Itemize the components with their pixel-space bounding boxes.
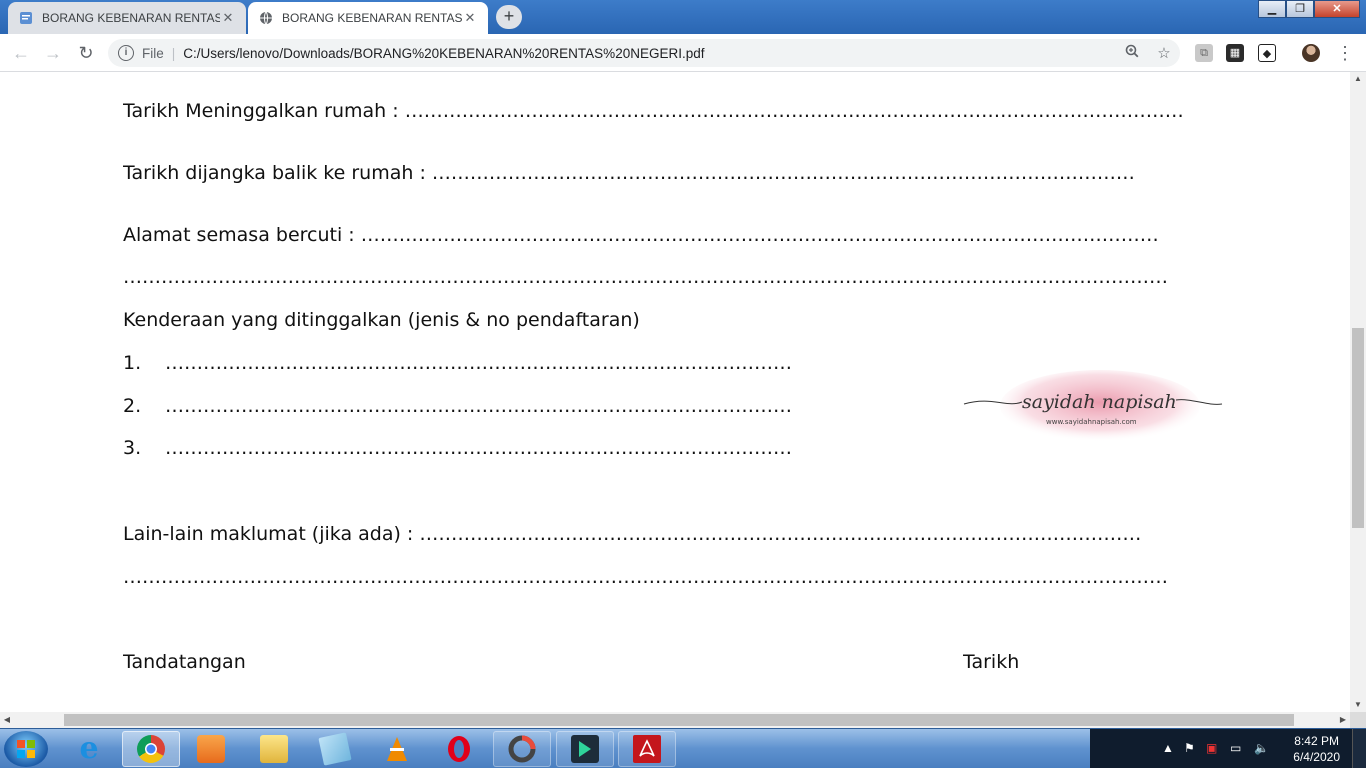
- clock-date: 6/4/2020: [1293, 750, 1340, 764]
- taskbar-chrome[interactable]: [122, 731, 180, 767]
- tarikh-dijangka-field: Tarikh dijangka balik ke rumah : ……………………: [123, 162, 1135, 184]
- window-controls: ▁ ❐ ✕: [1258, 0, 1360, 18]
- watermark-logo: sayidah napisah www.sayidahnapisah.com: [962, 368, 1224, 452]
- scheme-label: File: [142, 45, 164, 61]
- alamat-continuation: ……………………………………………………………………………………………………………: [123, 266, 1168, 288]
- filmora-icon: [571, 735, 599, 763]
- item-line: ………………………………………………………………………………………: [165, 395, 792, 417]
- tarikh-label: Tarikh: [963, 651, 1020, 673]
- tarikh-meninggalkan-field: Tarikh Meninggalkan rumah : …………………………………: [123, 100, 1184, 122]
- kenderaan-item-2: 2. ………………………………………………………………………………………: [123, 395, 891, 417]
- globe-icon: [258, 10, 274, 26]
- cube-extension-icon[interactable]: ◆: [1258, 44, 1276, 62]
- scroll-up-arrow[interactable]: ▲: [1350, 72, 1366, 86]
- close-window-button[interactable]: ✕: [1314, 0, 1360, 18]
- network-icon[interactable]: ▭: [1230, 741, 1241, 755]
- taskbar-filmora[interactable]: [556, 731, 614, 767]
- taskbar-opera[interactable]: [430, 731, 488, 767]
- forward-button[interactable]: →: [42, 42, 64, 64]
- item-number: 1.: [123, 352, 142, 374]
- lain-lain-continuation: ……………………………………………………………………………………………………………: [123, 566, 1168, 588]
- clock-time: 8:42 PM: [1294, 734, 1339, 748]
- item-number: 3.: [123, 437, 142, 459]
- vertical-scrollbar[interactable]: ▲ ▼: [1350, 72, 1366, 712]
- tab-title: BORANG KEBENARAN RENTAS N: [42, 11, 220, 25]
- maximize-button[interactable]: ❐: [1286, 0, 1314, 18]
- extension-icon[interactable]: ▦: [1226, 44, 1244, 62]
- address-separator: |: [171, 45, 176, 61]
- folder-icon: [260, 735, 288, 763]
- back-button[interactable]: ←: [10, 42, 32, 64]
- profile-avatar[interactable]: [1302, 44, 1320, 62]
- vertical-scroll-thumb[interactable]: [1352, 328, 1364, 528]
- lain-lain-field: Lain-lain maklumat (jika ada) : ………………………: [123, 523, 1142, 545]
- chrome-icon: [137, 735, 165, 763]
- system-tray: ▲ ⚑ ▣ ▭ 🔈 8:42 PM 6/4/2020: [1090, 729, 1366, 768]
- tab-close-icon[interactable]: ✕: [462, 10, 478, 26]
- taskbar-recording-app[interactable]: [493, 731, 551, 767]
- scroll-down-arrow[interactable]: ▼: [1350, 698, 1366, 712]
- taskbar-vlc[interactable]: [368, 731, 426, 767]
- internet-explorer-icon: e: [79, 731, 99, 766]
- taskbar-internet-explorer[interactable]: e: [60, 731, 118, 767]
- start-button[interactable]: [4, 731, 48, 767]
- taskbar-media-player[interactable]: [182, 731, 240, 767]
- kenderaan-item-3: 3. ………………………………………………………………………………………: [123, 437, 891, 459]
- item-line: ………………………………………………………………………………………: [165, 437, 792, 459]
- scroll-right-arrow[interactable]: ▶: [1336, 712, 1350, 728]
- tab-borang-1[interactable]: BORANG KEBENARAN RENTAS N ✕: [8, 2, 246, 34]
- reload-button[interactable]: ↻: [75, 42, 97, 64]
- vlc-icon: [387, 737, 407, 761]
- item-number: 2.: [123, 395, 142, 417]
- info-icon[interactable]: i: [118, 45, 134, 61]
- taskbar-file-explorer[interactable]: [245, 731, 303, 767]
- bookmark-star-icon[interactable]: ☆: [1148, 44, 1180, 62]
- volume-icon[interactable]: 🔈: [1254, 741, 1269, 755]
- alamat-field: Alamat semasa bercuti : ……………………………………………: [123, 224, 1159, 246]
- security-icon[interactable]: ▣: [1206, 741, 1217, 755]
- scroll-corner: [1350, 712, 1366, 728]
- address-bar[interactable]: i File | C:/Users/lenovo/Downloads/BORAN…: [108, 39, 1180, 67]
- tandatangan-label: Tandatangan: [123, 651, 246, 673]
- document-favicon-icon: [18, 10, 34, 26]
- watermark-url: www.sayidahnapisah.com: [1046, 418, 1137, 426]
- browser-toolbar: ← → ↻ i File | C:/Users/lenovo/Downloads…: [0, 34, 1366, 72]
- pdf-viewport[interactable]: Tarikh Meninggalkan rumah : …………………………………: [0, 72, 1350, 712]
- tab-borang-2[interactable]: BORANG KEBENARAN RENTAS N ✕: [248, 2, 488, 34]
- taskbar-acrobat[interactable]: [618, 731, 676, 767]
- horizontal-scrollbar[interactable]: ◀ ▶: [0, 712, 1350, 728]
- watermark-name: sayidah napisah: [1022, 391, 1177, 413]
- acrobat-icon: [633, 735, 661, 763]
- tab-title: BORANG KEBENARAN RENTAS N: [282, 11, 462, 25]
- minimize-button[interactable]: ▁: [1258, 0, 1286, 18]
- pdf-extension-icon[interactable]: ⧉: [1195, 44, 1213, 62]
- kenderaan-item-1: 1. ………………………………………………………………………………………: [123, 352, 891, 374]
- zoom-icon[interactable]: [1116, 44, 1148, 62]
- scroll-left-arrow[interactable]: ◀: [0, 712, 14, 728]
- kenderaan-heading: Kenderaan yang ditinggalkan (jenis & no …: [123, 309, 640, 331]
- item-line: ………………………………………………………………………………………: [165, 352, 792, 374]
- tab-close-icon[interactable]: ✕: [220, 10, 236, 26]
- media-player-icon: [197, 735, 225, 763]
- pdf-page: Tarikh Meninggalkan rumah : …………………………………: [0, 72, 1350, 712]
- taskbar: e ▲ ⚑ ▣ ▭ 🔈 8:42 PM 6/4/2020: [0, 728, 1366, 768]
- url-text[interactable]: C:/Users/lenovo/Downloads/BORANG%20KEBEN…: [183, 46, 1116, 61]
- clock[interactable]: 8:42 PM 6/4/2020: [1293, 733, 1340, 765]
- recording-app-icon: [508, 735, 536, 763]
- notepad-icon: [318, 732, 352, 766]
- horizontal-scroll-thumb[interactable]: [64, 714, 1294, 726]
- menu-kebab-icon[interactable]: ⋮: [1334, 42, 1356, 64]
- new-tab-button[interactable]: +: [496, 5, 522, 29]
- show-desktop-button[interactable]: [1352, 729, 1366, 768]
- taskbar-notepad[interactable]: [306, 731, 364, 767]
- tab-strip: BORANG KEBENARAN RENTAS N ✕ BORANG KEBEN…: [0, 0, 1366, 34]
- show-hidden-icons-icon[interactable]: ▲: [1162, 741, 1174, 755]
- opera-icon: [448, 736, 470, 762]
- action-center-flag-icon[interactable]: ⚑: [1184, 741, 1195, 755]
